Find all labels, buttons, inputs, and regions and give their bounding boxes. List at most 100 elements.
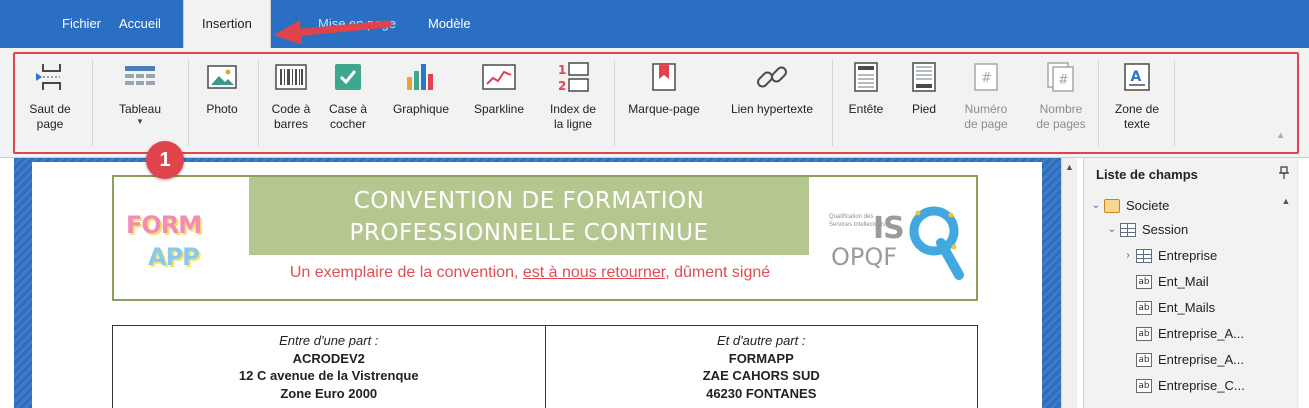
text-field-icon: ab	[1136, 379, 1152, 393]
ribbon-separator	[832, 60, 833, 146]
table-icon	[100, 56, 180, 98]
left-party-name: ACRODEV2	[292, 350, 365, 366]
tree-item-field[interactable]: ab Entreprise_A...	[1136, 348, 1244, 372]
document-title-line1: CONVENTION DE FORMATION	[353, 188, 705, 214]
tree-item-societe[interactable]: ⌄ Societe	[1090, 194, 1169, 218]
hyperlink-label: Lien hypertexte	[730, 102, 814, 116]
table-icon	[1120, 223, 1136, 237]
document-workspace: FORM APP CONVENTION DE FORMATION PROFESS…	[14, 158, 1061, 408]
header-icon	[838, 56, 894, 98]
annotation-arrow	[274, 20, 392, 44]
left-party-address1: 12 C avenue de la Vistrenque	[238, 368, 419, 383]
header-button[interactable]: Entête	[838, 56, 894, 150]
field-list-scrollbar[interactable]: ▲	[1278, 194, 1294, 408]
left-party-intro: Entre d'une part :	[279, 333, 379, 348]
annotation-badge: 1	[146, 141, 184, 179]
tree-item-label: Entreprise_C...	[1158, 378, 1245, 393]
row-index-icon: 1 2	[536, 56, 610, 98]
ribbon-separator	[1174, 60, 1175, 146]
row-index-label: Index de la ligne	[549, 102, 597, 131]
document-title-line2: PROFESSIONNELLE CONTINUE	[349, 220, 709, 246]
hyperlink-button[interactable]: Lien hypertexte	[716, 56, 828, 150]
page-count-button[interactable]: # Nombre de pages	[1026, 56, 1096, 150]
svg-text:A: A	[1131, 69, 1142, 85]
subtitle-part1: Un exemplaire de la convention,	[289, 264, 523, 281]
row-index-button[interactable]: 1 2 Index de la ligne	[536, 56, 610, 150]
text-field-icon: ab	[1136, 301, 1152, 315]
pin-icon[interactable]	[1279, 166, 1289, 183]
svg-text:2: 2	[558, 79, 566, 93]
sparkline-icon	[464, 56, 534, 98]
tree-item-entreprise[interactable]: › Entreprise	[1122, 244, 1217, 268]
page-number-label: Numéro de page	[964, 102, 1008, 131]
opqf-logo: Qualification des Services Intellectuels…	[829, 193, 969, 293]
barcode-button[interactable]: Code à barres	[262, 56, 320, 150]
barcode-icon	[262, 56, 320, 98]
chevron-down-icon[interactable]: ⌄	[1090, 194, 1102, 218]
text-field-icon: ab	[1136, 327, 1152, 341]
photo-button[interactable]: Photo	[194, 56, 250, 150]
opqf-logo-mark: IS	[873, 211, 905, 246]
tree-item-field[interactable]: ab Ent_Mail	[1136, 270, 1209, 294]
page-break-button[interactable]: Saut de page	[20, 56, 80, 150]
footer-label: Pied	[911, 102, 937, 116]
tree-item-label: Entreprise	[1158, 248, 1218, 263]
scroll-up-icon[interactable]: ▲	[1062, 162, 1077, 172]
text-box-button[interactable]: A Zone de texte	[1104, 56, 1170, 150]
right-party-intro: Et d'autre part :	[717, 333, 806, 348]
page-number-icon: #	[954, 56, 1018, 98]
tree-item-field[interactable]: ab Ent_Mails	[1136, 296, 1215, 320]
header-label: Entête	[848, 102, 884, 116]
sparkline-button[interactable]: Sparkline	[464, 56, 534, 150]
checkbox-label: Case à cocher	[328, 102, 368, 131]
bar-chart-icon	[384, 56, 458, 98]
scroll-up-icon[interactable]: ▲	[1278, 196, 1294, 206]
photo-label: Photo	[206, 102, 238, 116]
table-button[interactable]: Tableau ▼	[100, 56, 180, 150]
parties-table: Entre d'une part : ACRODEV2 12 C avenue …	[112, 325, 978, 408]
footer-button[interactable]: Pied	[898, 56, 950, 150]
formapp-logo-word1: FORM	[126, 211, 202, 239]
tab-accueil[interactable]: Accueil	[101, 0, 179, 48]
title-block: CONVENTION DE FORMATION PROFESSIONNELLE …	[249, 177, 809, 255]
chart-button[interactable]: Graphique	[384, 56, 458, 150]
tab-modele[interactable]: Modèle	[410, 0, 489, 48]
opqf-logo-name: OPQF	[831, 243, 898, 271]
checkbox-button[interactable]: Case à cocher	[320, 56, 376, 150]
tree-item-field[interactable]: ab Entreprise_C...	[1136, 374, 1245, 398]
document-scrollbar[interactable]: ▲	[1061, 158, 1077, 408]
field-tree: ⌄ Societe ⌄ Session › Entreprise ab Ent_…	[1084, 194, 1274, 408]
tab-insertion[interactable]: Insertion	[183, 0, 271, 50]
right-party-name: FORMAPP	[728, 350, 794, 366]
tree-item-label: Ent_Mail	[1158, 274, 1209, 289]
text-field-icon: ab	[1136, 353, 1152, 367]
sparkline-label: Sparkline	[473, 102, 525, 116]
svg-text:#: #	[1058, 73, 1069, 88]
page-number-button[interactable]: # Numéro de page	[954, 56, 1018, 150]
ribbon-separator	[614, 60, 615, 146]
chevron-down-icon[interactable]: ⌄	[1106, 218, 1118, 242]
tree-item-session[interactable]: ⌄ Session	[1106, 218, 1188, 242]
tree-item-label: Entreprise_A...	[1158, 352, 1244, 367]
tree-item-label: Session	[1142, 222, 1189, 237]
bookmark-icon	[618, 56, 710, 98]
document-page[interactable]: FORM APP CONVENTION DE FORMATION PROFESS…	[32, 162, 1042, 408]
table-label: Tableau	[118, 102, 162, 116]
chevron-right-icon[interactable]: ›	[1122, 244, 1134, 268]
text-box-label: Zone de texte	[1114, 102, 1160, 131]
left-party-cell: Entre d'une part : ACRODEV2 12 C avenue …	[113, 326, 545, 408]
tree-item-field[interactable]: ab Entreprise_A...	[1136, 322, 1244, 346]
page-break-label: Saut de page	[29, 102, 71, 131]
hyperlink-icon	[716, 56, 828, 98]
chevron-down-icon[interactable]: ▼	[136, 118, 144, 126]
collapse-ribbon-icon[interactable]: ▲	[1276, 130, 1285, 140]
bookmark-button[interactable]: Marque-page	[618, 56, 710, 150]
picture-icon	[194, 56, 250, 98]
page-count-icon: #	[1026, 56, 1096, 98]
table-icon	[1136, 249, 1152, 263]
page-break-icon	[20, 56, 80, 98]
chart-label: Graphique	[392, 102, 450, 116]
page-count-label: Nombre de pages	[1036, 102, 1086, 131]
left-party-address2: Zone Euro 2000	[280, 385, 378, 401]
ribbon-separator	[258, 60, 259, 146]
